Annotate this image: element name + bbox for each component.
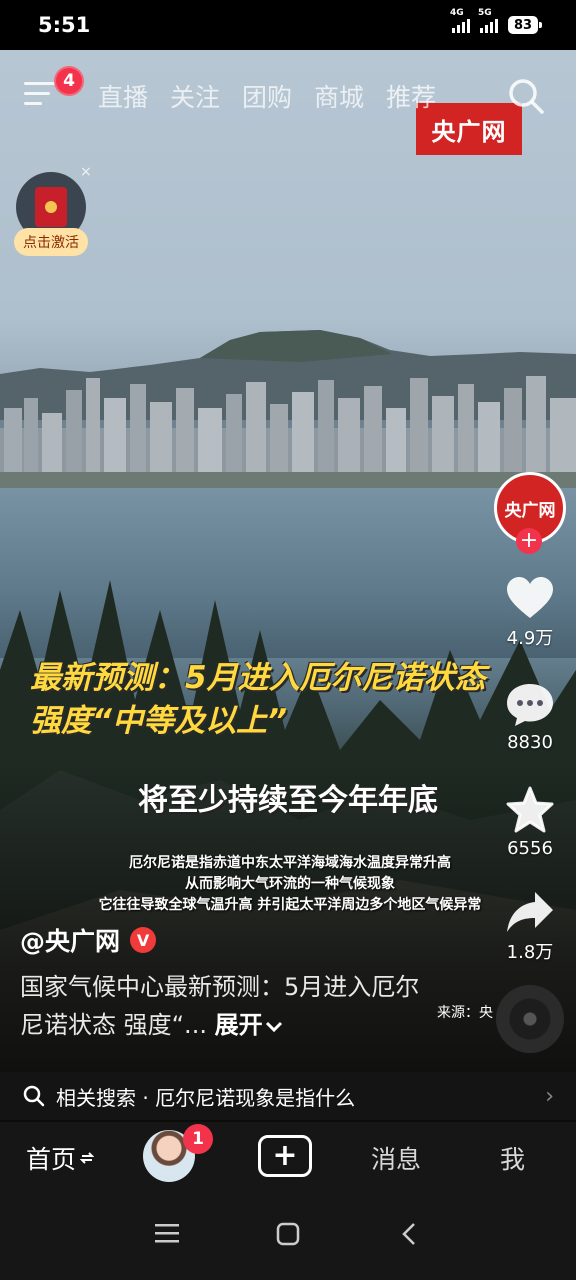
- battery-icon: 83: [508, 16, 542, 34]
- expand-label: 展开: [214, 1011, 263, 1039]
- related-search-bar[interactable]: 相关搜索 · 厄尔尼诺现象是指什么 ›: [0, 1072, 576, 1120]
- video-headline: 最新预测：5月进入厄尔尼诺状态 强度“中等及以上”: [30, 657, 560, 743]
- nav-messages[interactable]: 消息: [371, 1122, 421, 1194]
- menu-notification-badge: 4: [54, 66, 84, 96]
- video-source-label: 来源：央: [437, 1005, 493, 1021]
- chevron-right-icon: ›: [545, 1084, 554, 1109]
- tab-following[interactable]: 关注: [170, 78, 220, 114]
- search-icon: [23, 1085, 45, 1107]
- comment-count: 8830: [507, 732, 553, 753]
- caption-line: 它往往导致全球气温升高 并引起太平洋周边多个地区气候异常: [98, 897, 482, 913]
- status-bar: 5:51 4G 5G 83: [0, 0, 576, 50]
- music-disc-icon[interactable]: [496, 985, 564, 1053]
- red-packet-widget[interactable]: 点击激活: [14, 172, 88, 258]
- system-navigation-bar: [0, 1194, 576, 1280]
- share-icon: [507, 892, 553, 932]
- comment-button[interactable]: 8830: [490, 682, 570, 753]
- signal-icon: 4G: [450, 8, 470, 33]
- like-button[interactable]: 4.9万: [490, 576, 570, 650]
- heart-icon: [507, 577, 553, 618]
- video-caption: 厄尔尼诺是指赤道中东太平洋海域海水温度异常升高 从而影响大气环流的一种气候现象 …: [40, 853, 540, 916]
- refresh-arrows-icon: [80, 1152, 95, 1164]
- tab-recommend[interactable]: 推荐: [386, 78, 436, 114]
- back-icon[interactable]: [400, 1222, 418, 1246]
- red-packet-close-button[interactable]: ×: [80, 164, 92, 180]
- expand-button[interactable]: 展开: [215, 1011, 283, 1039]
- headline-line-2: 强度“中等及以上”: [30, 703, 287, 739]
- search-icon[interactable]: [506, 76, 546, 116]
- tab-live[interactable]: 直播: [98, 78, 148, 114]
- signal-icon: 5G: [478, 8, 498, 33]
- related-search-text: 相关搜索 · 厄尔尼诺现象是指什么: [56, 1085, 356, 1110]
- menu-button[interactable]: [24, 82, 58, 112]
- author-name[interactable]: @央广网: [20, 922, 120, 958]
- post-description[interactable]: 国家气候中心最新预测：5月进入厄尔尼诺状态 强度“... 展开: [20, 968, 430, 1044]
- red-packet-label[interactable]: 点击激活: [14, 228, 88, 256]
- favorite-count: 6556: [507, 838, 553, 859]
- chevron-down-icon: [265, 1021, 282, 1033]
- nav-me[interactable]: 我: [500, 1122, 525, 1194]
- recents-menu-icon[interactable]: [155, 1222, 179, 1244]
- top-navigation: 4 直播 关注 团购 商城 推荐: [0, 60, 576, 130]
- nav-home-label: 首页: [26, 1145, 77, 1174]
- tab-mall[interactable]: 商城: [314, 78, 364, 114]
- author-row[interactable]: @央广网 V: [20, 922, 157, 958]
- bottom-navigation: 首页 + 消息 我: [0, 1122, 576, 1194]
- comment-icon: [507, 684, 553, 726]
- follow-button[interactable]: +: [516, 528, 542, 554]
- create-post-button[interactable]: +: [258, 1135, 312, 1177]
- verified-badge-icon: V: [130, 927, 157, 953]
- nav-home[interactable]: 首页: [26, 1122, 95, 1194]
- network-label-5g: 5G: [478, 8, 492, 18]
- headline-line-1: 最新预测：5月进入厄尔尼诺状态: [30, 660, 486, 696]
- tab-group-buy[interactable]: 团购: [242, 78, 292, 114]
- favorite-button[interactable]: 6556: [490, 786, 570, 859]
- city-skyline-illustration: [0, 376, 576, 488]
- caption-line: 厄尔尼诺是指赤道中东太平洋海域海水温度异常升高: [129, 855, 451, 871]
- feed-tabs: 直播 关注 团购 商城 推荐: [98, 78, 436, 114]
- network-label-4g: 4G: [450, 8, 464, 18]
- share-button[interactable]: 1.8万: [490, 890, 570, 964]
- home-square-icon[interactable]: [276, 1222, 300, 1246]
- star-icon: [506, 786, 554, 833]
- status-time: 5:51: [38, 13, 91, 37]
- caption-line: 从而影响大气环流的一种气候现象: [185, 876, 395, 892]
- share-count: 1.8万: [506, 942, 554, 963]
- friends-notification-badge: 1: [183, 1124, 213, 1154]
- like-count: 4.9万: [506, 628, 554, 649]
- status-indicators: 4G 5G 83: [450, 8, 542, 34]
